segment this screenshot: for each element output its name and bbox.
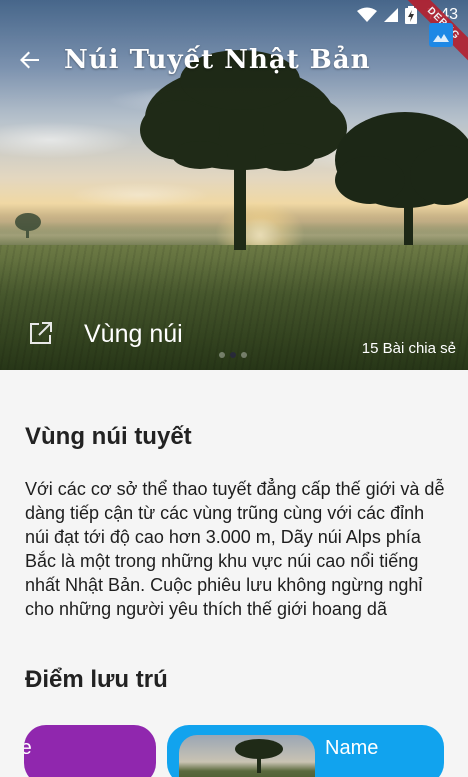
page-indicator (219, 352, 247, 358)
app-bar: Núi Tuyết Nhật Bản (0, 32, 468, 88)
lodging-thumbnail (179, 735, 315, 777)
share-count: 15 Bài chia sẻ (361, 340, 456, 357)
open-in-new-icon (30, 322, 52, 344)
content-panel: Vùng núi tuyết Với các cơ sở thể thao tu… (0, 370, 468, 777)
gallery-button[interactable] (428, 22, 454, 48)
image-icon (429, 23, 453, 47)
page-dot[interactable] (219, 352, 225, 358)
open-external-button[interactable] (26, 318, 56, 348)
back-button[interactable] (0, 32, 60, 88)
wifi-icon (356, 7, 377, 22)
app-bar-title: Núi Tuyết Nhật Bản (64, 45, 371, 75)
lodging-card-label: Name (325, 737, 379, 759)
tree-image (235, 739, 283, 773)
status-bar: 7:43 (0, 0, 468, 30)
lodging-card[interactable]: me (24, 725, 156, 777)
signal-icon (383, 8, 398, 22)
arrow-back-icon (20, 51, 39, 69)
app-screen: 7:43 DEBUG Núi Tuyết Nhật Bản Vùng núi 1… (0, 0, 468, 777)
region-description: Với các cơ sở thể thao tuyết đẳng cấp th… (25, 479, 445, 619)
lodging-card[interactable]: Name (167, 725, 444, 777)
page-dot[interactable] (241, 352, 247, 358)
lodging-section-title: Điểm lưu trú (25, 666, 168, 693)
region-section-title: Vùng núi tuyết (25, 423, 192, 450)
hero-region-title: Vùng núi (84, 320, 183, 348)
lodging-card-label: me (24, 737, 32, 759)
battery-charging-icon (404, 6, 417, 24)
page-dot[interactable] (230, 352, 236, 358)
